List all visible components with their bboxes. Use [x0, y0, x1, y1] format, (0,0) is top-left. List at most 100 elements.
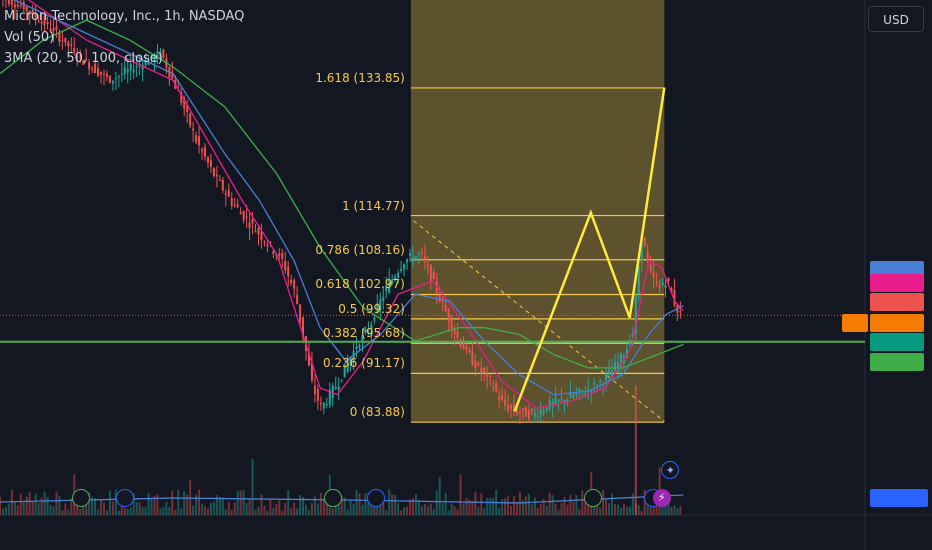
- volume-bar: [346, 509, 349, 515]
- fib-level-label: 0 (83.88): [349, 405, 405, 420]
- volume-bar: [462, 503, 465, 515]
- volume-bar: [159, 508, 162, 515]
- volume-bar: [245, 503, 248, 515]
- price-chart[interactable]: [0, 0, 932, 550]
- candle-body: [504, 399, 507, 406]
- volume-bar: [397, 503, 400, 515]
- volume-bar: [67, 509, 70, 515]
- chart-legend: Micron Technology, Inc., 1h, NASDAQ Vol …: [4, 6, 244, 69]
- volume-bar: [111, 501, 114, 515]
- volume-bar: [97, 509, 100, 515]
- fib-level-label: 0.786 (108.16): [315, 242, 405, 257]
- fib-level-label: 0.382 (95.68): [322, 326, 405, 341]
- volume-bar: [599, 507, 602, 515]
- candle-body: [465, 346, 468, 350]
- candle-body: [260, 231, 263, 241]
- candle-body: [545, 407, 548, 411]
- volume-bar: [305, 505, 308, 515]
- volume-bar: [640, 510, 643, 515]
- candle-body: [599, 380, 602, 382]
- candle-body: [462, 343, 465, 350]
- volume-bar: [578, 508, 581, 515]
- volume-bar: [46, 496, 49, 515]
- candle-body: [614, 362, 617, 371]
- candle-body: [587, 388, 590, 390]
- volume-bar: [269, 499, 272, 515]
- candle-body: [204, 147, 207, 157]
- candle-body: [486, 373, 489, 377]
- volume-bar: [319, 492, 322, 515]
- volume-bar: [144, 506, 147, 515]
- candle-body: [411, 256, 414, 261]
- candle-body: [254, 231, 257, 233]
- candle-body: [521, 408, 524, 410]
- candle-body: [117, 76, 120, 78]
- volume-bar: [679, 506, 682, 515]
- volume-bar: [548, 492, 551, 515]
- volume-bar: [501, 499, 504, 515]
- volume-bar: [209, 502, 212, 515]
- volume-bar: [206, 508, 209, 515]
- volume-bar: [539, 503, 542, 515]
- candle-body: [507, 404, 510, 411]
- volume-bar: [224, 509, 227, 515]
- volume-bar: [266, 510, 269, 515]
- price-badge: [870, 333, 924, 351]
- volume-bar: [177, 489, 180, 515]
- candle-body: [628, 342, 631, 346]
- moving-average-indicator-label[interactable]: 3MA (20, 50, 100, close): [4, 48, 244, 69]
- currency-button[interactable]: USD: [868, 6, 924, 32]
- volume-bar: [212, 501, 215, 515]
- candle-body: [655, 281, 658, 285]
- volume-bar: [438, 476, 441, 515]
- volume-bar: [263, 505, 266, 515]
- volume-bar: [147, 492, 150, 515]
- symbol-title[interactable]: Micron Technology, Inc., 1h, NASDAQ: [4, 6, 244, 27]
- candle-body: [198, 136, 201, 146]
- candle-body: [536, 416, 539, 418]
- candle-body: [480, 367, 483, 372]
- volume-bar: [432, 508, 435, 515]
- candle-body: [510, 405, 513, 409]
- volume-bar: [560, 502, 563, 515]
- volume-bar: [102, 502, 105, 515]
- volume-indicator-label[interactable]: Vol (50): [4, 27, 244, 48]
- candle-body: [450, 316, 453, 331]
- candle-body: [400, 268, 403, 271]
- volume-bar: [527, 493, 530, 515]
- candle-body: [218, 180, 221, 182]
- volume-bar: [138, 502, 141, 515]
- volume-bar: [625, 506, 628, 515]
- volume-bar: [388, 489, 391, 515]
- volume-bar: [453, 506, 456, 515]
- volume-bar: [61, 510, 64, 515]
- candle-body: [572, 395, 575, 398]
- volume-bar: [349, 499, 352, 515]
- volume-bar: [385, 510, 388, 515]
- candle-body: [438, 295, 441, 301]
- volume-bar: [141, 507, 144, 515]
- candle-body: [108, 75, 111, 83]
- candle-body: [206, 157, 209, 163]
- volume-bar: [201, 504, 204, 515]
- volume-bar: [420, 506, 423, 515]
- volume-bar: [58, 495, 61, 515]
- volume-bar: [480, 493, 483, 515]
- volume-bar: [471, 500, 474, 515]
- candle-body: [554, 397, 557, 405]
- volume-bar: [566, 504, 569, 515]
- candle-body: [417, 253, 420, 255]
- volume-bar: [105, 510, 108, 515]
- volume-bar: [129, 507, 132, 515]
- candle-body: [97, 67, 100, 76]
- candle-body: [114, 78, 117, 80]
- candle-body: [373, 317, 376, 321]
- candle-body: [477, 363, 480, 365]
- volume-bar: [622, 504, 625, 515]
- candle-body: [581, 389, 584, 392]
- candle-body: [527, 410, 530, 419]
- volume-bar: [536, 507, 539, 515]
- price-badge: [870, 314, 924, 332]
- candle-body: [414, 256, 417, 260]
- volume-bar: [307, 510, 310, 515]
